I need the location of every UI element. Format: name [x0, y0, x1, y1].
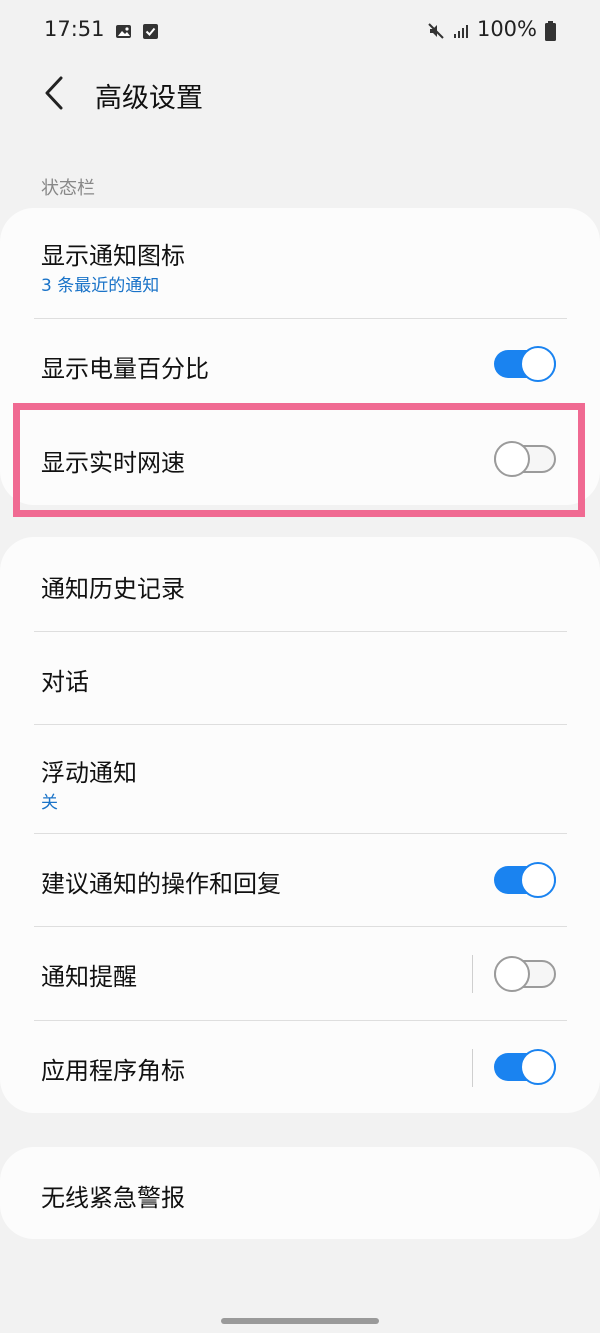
setting-title: 浮动通知 — [41, 759, 137, 787]
toggle-knob — [494, 441, 530, 477]
toggle-knob — [520, 346, 556, 382]
setting-row-app-icon-badges[interactable]: 应用程序角标 — [0, 1021, 600, 1113]
toggle-knob — [494, 956, 530, 992]
emergency-alerts-card: 无线紧急警报 — [0, 1147, 600, 1239]
setting-row-battery-percentage[interactable]: 显示电量百分比 — [0, 319, 600, 409]
battery-percent: 100% — [476, 17, 537, 41]
setting-title: 显示电量百分比 — [41, 355, 209, 383]
image-icon — [115, 21, 132, 38]
setting-row-notification-history[interactable]: 通知历史记录 — [0, 537, 600, 631]
battery-percentage-toggle[interactable] — [494, 346, 556, 382]
setting-title: 建议通知的操作和回复 — [41, 870, 281, 898]
setting-row-conversations[interactable]: 对话 — [0, 632, 600, 724]
setting-row-floating-notifications[interactable]: 浮动通知 关 — [0, 725, 600, 833]
notification-reminders-toggle[interactable] — [494, 956, 556, 992]
setting-title: 显示通知图标 — [41, 242, 185, 270]
setting-row-notification-reminders[interactable]: 通知提醒 — [0, 927, 600, 1020]
setting-subtitle: 3 条最近的通知 — [41, 276, 160, 296]
setting-subtitle: 关 — [41, 793, 58, 813]
vertical-divider — [472, 955, 473, 993]
chevron-left-icon — [45, 76, 63, 110]
status-bar: 17:51 100% — [0, 0, 600, 58]
suggested-actions-toggle[interactable] — [494, 862, 556, 898]
setting-title: 对话 — [41, 668, 89, 696]
setting-title: 通知提醒 — [41, 963, 137, 991]
setting-title: 通知历史记录 — [41, 575, 185, 603]
app-icon-badges-toggle[interactable] — [494, 1049, 556, 1085]
section-label-status-bar: 状态栏 — [41, 178, 95, 199]
signal-icon — [452, 21, 469, 38]
setting-title: 显示实时网速 — [41, 449, 185, 477]
setting-row-suggested-actions[interactable]: 建议通知的操作和回复 — [0, 834, 600, 926]
home-indicator[interactable] — [221, 1318, 379, 1324]
toggle-knob — [520, 1049, 556, 1085]
network-speed-toggle[interactable] — [494, 441, 556, 477]
page-title: 高级设置 — [95, 83, 203, 114]
app-header: 高级设置 — [0, 62, 600, 124]
back-button[interactable] — [34, 72, 74, 114]
notification-settings-card: 通知历史记录 对话 浮动通知 关 建议通知的操作和回复 通知提醒 应用程序角标 — [0, 537, 600, 1113]
mute-icon — [427, 21, 444, 39]
status-time: 17:51 — [44, 17, 105, 41]
setting-title: 应用程序角标 — [41, 1057, 185, 1085]
setting-row-wireless-emergency-alerts[interactable]: 无线紧急警报 — [0, 1147, 600, 1239]
toggle-knob — [520, 862, 556, 898]
vertical-divider — [472, 1049, 473, 1087]
setting-row-notification-icons[interactable]: 显示通知图标 3 条最近的通知 — [0, 208, 600, 318]
check-box-icon — [142, 21, 159, 39]
battery-icon — [545, 20, 556, 41]
status-bar-settings-card: 显示通知图标 3 条最近的通知 显示电量百分比 显示实时网速 — [0, 208, 600, 505]
setting-title: 无线紧急警报 — [41, 1184, 185, 1212]
setting-row-network-speed[interactable]: 显示实时网速 — [0, 413, 600, 505]
